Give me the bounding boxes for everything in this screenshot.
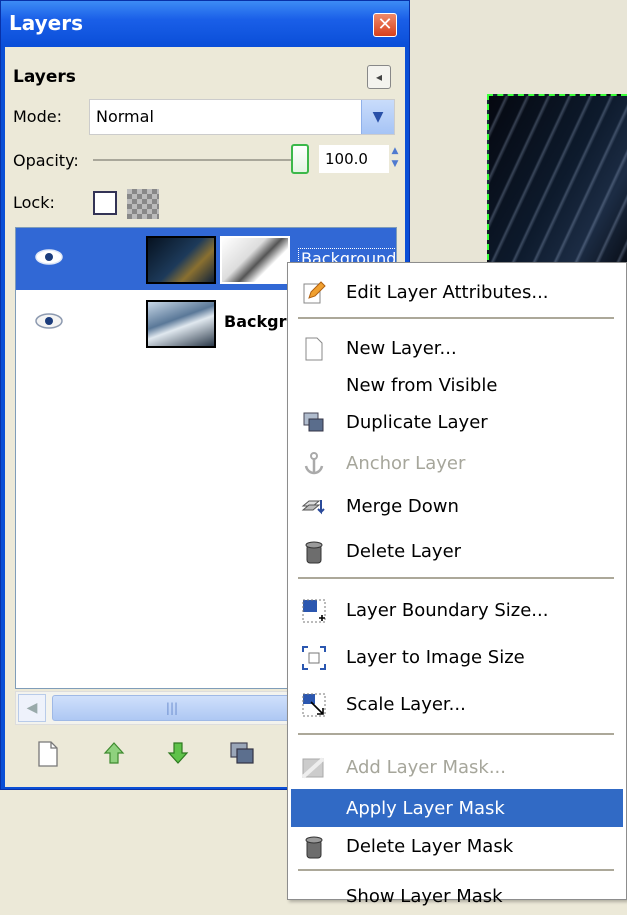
edit-icon bbox=[301, 280, 327, 306]
layer-thumbnail[interactable] bbox=[146, 236, 216, 284]
menu-separator bbox=[298, 317, 614, 319]
opacity-slider[interactable] bbox=[93, 159, 299, 161]
new-layer-icon[interactable] bbox=[33, 741, 63, 771]
menu-item-new-from-visible[interactable]: New from Visible bbox=[291, 366, 623, 404]
menu-item-duplicate-layer[interactable]: Duplicate Layer bbox=[291, 403, 623, 441]
menu-item-layer-boundary-size[interactable]: Layer Boundary Size... bbox=[291, 591, 623, 629]
delete-icon bbox=[301, 539, 327, 565]
close-button[interactable]: ✕ bbox=[373, 13, 397, 37]
menu-item-label: New Layer... bbox=[346, 338, 457, 359]
mode-value: Normal bbox=[96, 107, 154, 126]
anchor-icon bbox=[301, 451, 327, 477]
menu-item-label: Layer Boundary Size... bbox=[346, 600, 549, 621]
menu-item-add-layer-mask: Add Layer Mask... bbox=[291, 748, 623, 786]
new-layer-icon bbox=[301, 336, 327, 362]
add-mask-icon bbox=[301, 755, 327, 781]
menu-item-label: Anchor Layer bbox=[346, 453, 466, 474]
layer-thumbnail[interactable] bbox=[146, 300, 216, 348]
menu-item-layer-to-image-size[interactable]: Layer to Image Size bbox=[291, 638, 623, 676]
menu-item-anchor-layer: Anchor Layer bbox=[291, 444, 623, 482]
menu-item-label: Apply Layer Mask bbox=[346, 798, 505, 819]
chevron-down-icon[interactable]: ▼ bbox=[361, 100, 394, 134]
scroll-left-icon[interactable]: ◀ bbox=[18, 694, 46, 722]
merge-down-icon bbox=[301, 494, 327, 520]
boundary-size-icon bbox=[301, 598, 327, 624]
eye-icon[interactable] bbox=[34, 248, 64, 266]
menu-item-delete-layer-mask[interactable]: Delete Layer Mask bbox=[291, 827, 623, 865]
menu-item-label: Duplicate Layer bbox=[346, 412, 488, 433]
scroll-thumb[interactable]: ||| bbox=[52, 695, 292, 721]
menu-item-label: Delete Layer bbox=[346, 541, 462, 562]
lock-label: Lock: bbox=[13, 193, 55, 212]
window-title: Layers bbox=[9, 11, 83, 35]
duplicate-icon bbox=[301, 410, 327, 436]
layer-context-menu: Edit Layer Attributes... New Layer... Ne… bbox=[287, 262, 627, 907]
panel-menu-button[interactable]: ◂ bbox=[367, 65, 391, 89]
opacity-label: Opacity: bbox=[13, 151, 79, 170]
menu-item-label: Show Layer Mask bbox=[346, 886, 503, 907]
title-bar[interactable]: Layers ✕ bbox=[1, 1, 409, 47]
menu-separator bbox=[298, 577, 614, 579]
menu-item-scale-layer[interactable]: Scale Layer... bbox=[291, 685, 623, 723]
delete-mask-icon bbox=[301, 834, 327, 860]
layer-mask-thumbnail[interactable] bbox=[220, 236, 290, 284]
menu-item-delete-layer[interactable]: Delete Layer bbox=[291, 532, 623, 570]
raise-layer-icon[interactable] bbox=[99, 741, 129, 771]
menu-item-label: Merge Down bbox=[346, 496, 459, 517]
opacity-input[interactable]: 100.0 bbox=[319, 145, 389, 173]
scale-icon bbox=[301, 692, 327, 718]
menu-item-merge-down[interactable]: Merge Down bbox=[291, 487, 623, 525]
lock-pixels-checkbox[interactable] bbox=[93, 191, 117, 215]
lower-layer-icon[interactable] bbox=[163, 741, 193, 771]
menu-item-edit-layer-attributes[interactable]: Edit Layer Attributes... bbox=[291, 273, 623, 311]
menu-item-label: Delete Layer Mask bbox=[346, 836, 514, 857]
duplicate-layer-icon[interactable] bbox=[227, 741, 257, 771]
menu-item-label: Edit Layer Attributes... bbox=[346, 282, 549, 303]
menu-item-label: Scale Layer... bbox=[346, 694, 466, 715]
eye-icon[interactable] bbox=[34, 312, 64, 330]
opacity-slider-handle[interactable] bbox=[291, 144, 309, 174]
layer-name[interactable]: Backgr bbox=[224, 312, 286, 331]
menu-item-label: New from Visible bbox=[346, 375, 498, 396]
menu-separator bbox=[298, 733, 614, 735]
menu-item-label: Layer to Image Size bbox=[346, 647, 525, 668]
lock-alpha-icon[interactable] bbox=[127, 189, 159, 219]
menu-item-new-layer[interactable]: New Layer... bbox=[291, 329, 623, 367]
to-image-size-icon bbox=[301, 645, 327, 671]
menu-separator bbox=[298, 869, 614, 871]
menu-item-show-layer-mask[interactable]: Show Layer Mask bbox=[291, 877, 623, 915]
mode-label: Mode: bbox=[13, 107, 62, 126]
opacity-spinner[interactable]: ▲ ▼ bbox=[389, 145, 401, 173]
panel-title: Layers bbox=[13, 67, 76, 87]
mode-select[interactable]: Normal ▼ bbox=[89, 99, 395, 135]
menu-item-label: Add Layer Mask... bbox=[346, 757, 507, 778]
menu-item-apply-layer-mask[interactable]: Apply Layer Mask bbox=[291, 789, 623, 827]
